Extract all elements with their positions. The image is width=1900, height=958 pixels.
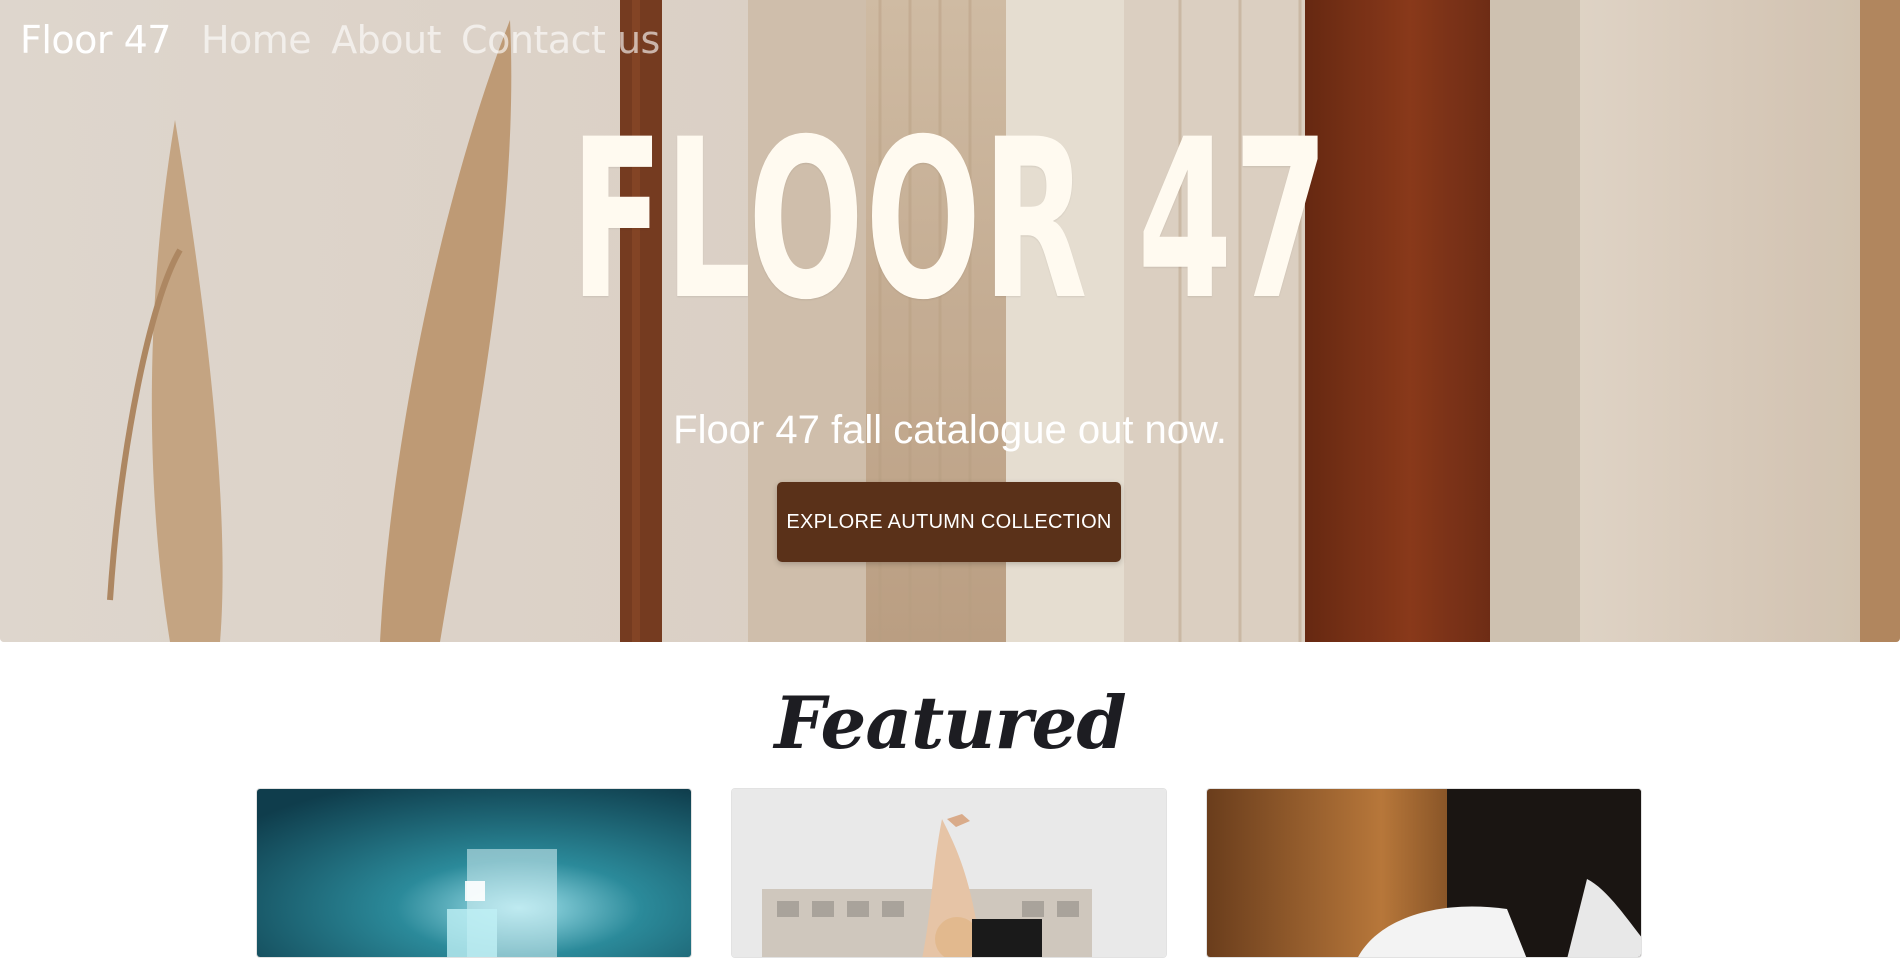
explore-collection-button[interactable]: EXPLORE AUTUMN COLLECTION (777, 482, 1121, 562)
featured-card-1[interactable] (256, 788, 692, 958)
hero-banner: Floor 47 Home About Contact us FLOOR 47 … (0, 0, 1900, 642)
hero-title: FLOOR 47 (570, 92, 1330, 348)
featured-image-3 (1207, 789, 1641, 957)
top-navbar: Floor 47 Home About Contact us (20, 18, 660, 62)
featured-image-1 (257, 789, 691, 957)
nav-link-home[interactable]: Home (201, 18, 312, 62)
featured-card-2[interactable] (731, 788, 1167, 958)
nav-link-about[interactable]: About (331, 18, 441, 62)
brand-logo-link[interactable]: Floor 47 (20, 18, 171, 62)
hero-subtitle: Floor 47 fall catalogue out now. (673, 408, 1227, 452)
featured-image-2 (732, 789, 1166, 957)
featured-card-3[interactable] (1206, 788, 1642, 958)
featured-heading: Featured (774, 680, 1126, 765)
nav-link-contact[interactable]: Contact us (461, 18, 660, 62)
